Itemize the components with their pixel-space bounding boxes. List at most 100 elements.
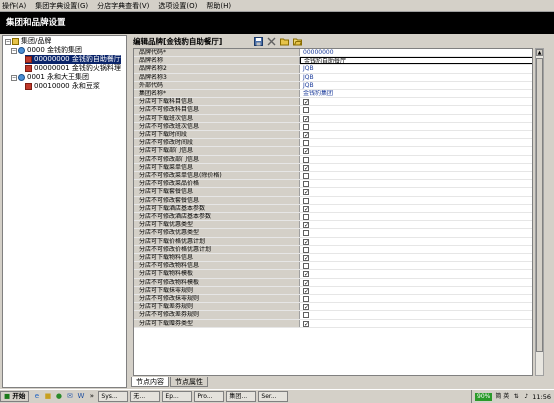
tree-brand-jqb-hotpot[interactable]: 00000001 金钱豹火锅料理 — [25, 64, 121, 73]
property-row[interactable]: 分店可下载套餐信息 ✓ — [134, 188, 532, 197]
property-checkbox[interactable] — [300, 262, 532, 270]
checkbox-checked-icon[interactable]: ✓ — [303, 238, 309, 245]
property-checkbox[interactable]: ✓ — [300, 320, 532, 327]
vertical-scrollbar[interactable]: ▲ — [535, 48, 544, 376]
checkbox-unchecked-icon[interactable] — [303, 107, 309, 114]
property-checkbox[interactable] — [300, 180, 532, 188]
property-row[interactable]: 分店可下载菜单信息 ✓ — [134, 163, 532, 172]
property-checkbox[interactable] — [300, 106, 532, 114]
property-row[interactable]: 分店可下载班次信息 ✓ — [134, 114, 532, 123]
property-row[interactable]: 分店不可修改菜单信息(除价格) — [134, 172, 532, 181]
checkbox-unchecked-icon[interactable] — [303, 296, 309, 302]
outlook-icon[interactable]: ✉ — [65, 392, 74, 401]
property-checkbox[interactable] — [300, 123, 532, 130]
property-row[interactable]: 分店可下载赠券类型 ✓ — [134, 319, 532, 328]
checkbox-checked-icon[interactable]: ✓ — [303, 115, 309, 122]
checkbox-unchecked-icon[interactable] — [303, 181, 309, 188]
start-button[interactable]: ■ 开始 — [0, 390, 30, 402]
checkbox-checked-icon[interactable]: ✓ — [303, 99, 309, 105]
taskbar-button[interactable]: 集团... — [226, 390, 257, 402]
property-checkbox[interactable] — [300, 229, 532, 237]
property-checkbox[interactable]: ✓ — [300, 147, 532, 155]
checkbox-unchecked-icon[interactable] — [303, 156, 309, 163]
menu-operate[interactable]: 操作(A) — [2, 0, 26, 12]
property-row[interactable]: 分店不可修改时间段 — [134, 139, 532, 148]
tree-group-yonghe[interactable]: − 0001 永和大王集团 — [11, 73, 89, 82]
property-row[interactable]: 分店不可修改优惠类型 — [134, 229, 532, 238]
checkbox-unchecked-icon[interactable] — [303, 123, 309, 130]
taskbar-button[interactable]: Ep... — [162, 390, 193, 402]
checkbox-checked-icon[interactable]: ✓ — [303, 320, 309, 327]
property-checkbox[interactable]: ✓ — [300, 164, 532, 171]
property-value[interactable]: JQB — [300, 65, 532, 72]
tab-node-attributes[interactable]: 节点属性 — [170, 377, 208, 387]
checkbox-checked-icon[interactable]: ✓ — [303, 164, 309, 171]
checkbox-checked-icon[interactable]: ✓ — [303, 304, 309, 310]
property-checkbox[interactable]: ✓ — [300, 270, 532, 278]
network-icon[interactable]: ⇅ — [512, 393, 520, 401]
collapse-icon[interactable]: − — [11, 74, 17, 81]
tab-node-content[interactable]: 节点内容 — [131, 377, 169, 387]
property-checkbox[interactable]: ✓ — [300, 287, 532, 294]
media-icon[interactable]: ● — [54, 392, 63, 401]
property-row[interactable]: 分店不可修改班次信息 — [134, 122, 532, 131]
property-checkbox[interactable] — [300, 295, 532, 302]
property-row[interactable]: 品牌代码* 00000000 — [134, 49, 532, 58]
property-row[interactable]: 品牌名称2 JQB — [134, 65, 532, 74]
taskbar-button[interactable]: 无... — [130, 390, 161, 402]
checkbox-unchecked-icon[interactable] — [303, 246, 309, 253]
menu-store-dictionary[interactable]: 分店字典查看(V) — [97, 0, 149, 12]
checkbox-unchecked-icon[interactable] — [303, 173, 309, 179]
property-checkbox[interactable] — [300, 139, 532, 147]
property-row[interactable]: 分店可下载时间段 ✓ — [134, 131, 532, 140]
checkbox-checked-icon[interactable]: ✓ — [303, 222, 309, 228]
property-checkbox[interactable]: ✓ — [300, 254, 532, 261]
folder-icon[interactable] — [279, 36, 289, 46]
folder-icon[interactable]: ■ — [43, 392, 52, 401]
checkbox-unchecked-icon[interactable] — [303, 312, 309, 319]
menu-help[interactable]: 帮助(H) — [206, 0, 231, 12]
property-checkbox[interactable]: ✓ — [300, 115, 532, 122]
group-brand-tree[interactable]: − 集团/品牌 − 0000 金钱豹集团 00000000 金钱豹自助餐厅 00… — [2, 35, 127, 388]
ie-icon[interactable]: e — [32, 392, 41, 401]
property-row[interactable]: 分店不可修改差券规则 — [134, 311, 532, 320]
property-row[interactable]: 分店不可修改科目信息 — [134, 106, 532, 115]
property-checkbox[interactable]: ✓ — [300, 131, 532, 138]
property-row[interactable]: 分店可下载物料信息 ✓ — [134, 254, 532, 263]
property-row[interactable]: 分店不可修改物料信息 — [134, 262, 532, 271]
checkbox-unchecked-icon[interactable] — [303, 263, 309, 270]
collapse-icon[interactable]: − — [11, 47, 17, 54]
property-checkbox[interactable]: ✓ — [300, 221, 532, 228]
property-row[interactable]: 分店不可修改酒店基本参数 — [134, 213, 532, 222]
property-row[interactable]: 外部代码 JQB — [134, 81, 532, 90]
checkbox-unchecked-icon[interactable] — [303, 140, 309, 147]
property-checkbox[interactable] — [300, 213, 532, 220]
volume-icon[interactable]: ♪ — [522, 393, 530, 401]
property-value[interactable]: 金钱豹集团 — [300, 90, 532, 97]
tree-group-jqb[interactable]: − 0000 金钱豹集团 — [11, 46, 82, 55]
property-row[interactable]: 分店可下载抹零规则 ✓ — [134, 286, 532, 295]
property-checkbox[interactable] — [300, 172, 532, 179]
property-row[interactable]: 分店可下载部门信息 ✓ — [134, 147, 532, 156]
property-row[interactable]: 分店可下载优惠类型 ✓ — [134, 221, 532, 230]
tree-root[interactable]: − 集团/品牌 — [5, 37, 51, 46]
checkbox-checked-icon[interactable]: ✓ — [303, 255, 309, 261]
property-row[interactable]: 分店可下载科目信息 ✓ — [134, 98, 532, 107]
property-row[interactable]: 分店不可修改价格优惠计划 — [134, 245, 532, 254]
property-checkbox[interactable] — [300, 197, 532, 204]
property-row[interactable]: 品牌名称 金钱豹自助餐厅 — [134, 57, 532, 66]
property-row[interactable]: 分店可下载物料模板 ✓ — [134, 270, 532, 279]
checkbox-checked-icon[interactable]: ✓ — [303, 148, 309, 155]
checkbox-checked-icon[interactable]: ✓ — [303, 271, 309, 278]
property-row[interactable]: 分店不可修改菜品价格 — [134, 180, 532, 189]
property-row[interactable]: 集团名称* 金钱豹集团 — [134, 90, 532, 99]
menu-group-dictionary[interactable]: 集团字典设置(G) — [35, 0, 88, 12]
checkbox-checked-icon[interactable]: ✓ — [303, 279, 309, 286]
property-checkbox[interactable] — [300, 246, 532, 253]
collapse-icon[interactable]: − — [5, 38, 11, 45]
checkbox-unchecked-icon[interactable] — [303, 197, 309, 204]
checkbox-unchecked-icon[interactable] — [303, 214, 309, 220]
property-checkbox[interactable] — [300, 156, 532, 163]
checkbox-checked-icon[interactable]: ✓ — [303, 287, 309, 294]
menu-options[interactable]: 选项设置(O) — [158, 0, 197, 12]
